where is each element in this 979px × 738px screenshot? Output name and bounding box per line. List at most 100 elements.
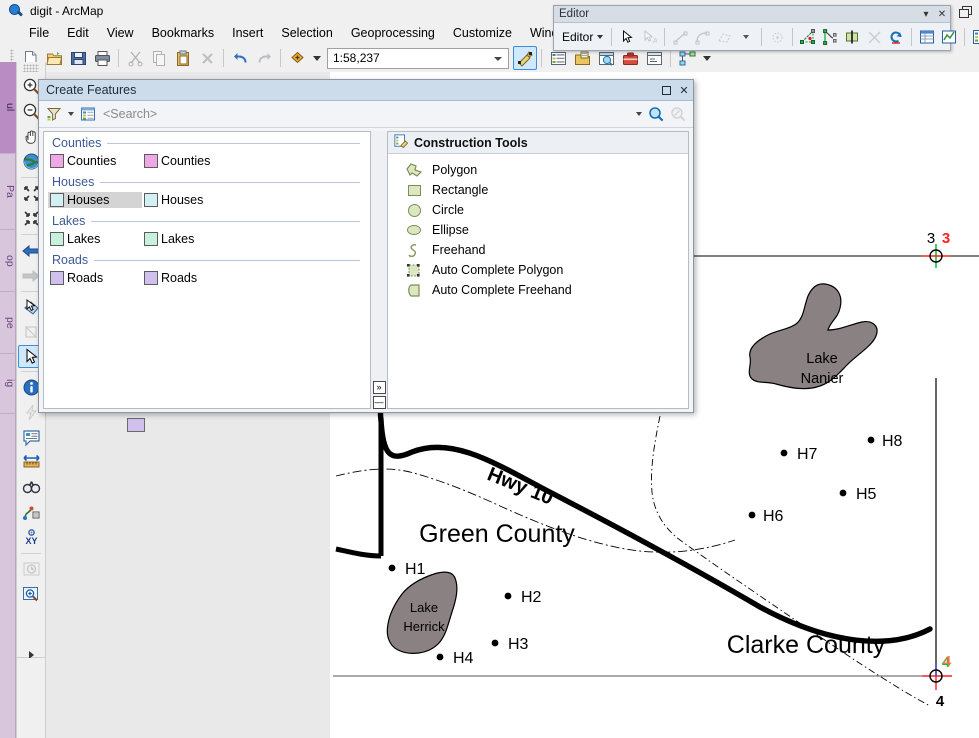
create-features-titlebar[interactable]: Create Features ✕ [39,80,693,101]
print-icon[interactable] [90,46,114,70]
paste-icon[interactable] [171,46,195,70]
house-point-h5[interactable] [840,490,847,497]
construction-tool-polygon[interactable]: Polygon [402,160,688,180]
house-point-h3[interactable] [492,640,499,647]
menu-customize[interactable]: Customize [444,23,521,43]
filter-dropdown-icon[interactable] [68,112,74,116]
construction-tool-circle[interactable]: Circle [402,200,688,220]
svg-text:A: A [653,38,657,45]
feature-template-list[interactable]: Counties Counties Counties Houses [43,131,371,409]
menu-bookmarks[interactable]: Bookmarks [143,23,224,43]
editor-toolbar-close-button[interactable]: ✕ [934,7,950,22]
feature-template-roads-2[interactable]: Roads [142,270,236,286]
menu-view[interactable]: View [98,23,143,43]
house-point-h1[interactable] [389,565,396,572]
house-label-h8: H8 [882,433,903,450]
reshape-feature-icon[interactable] [819,26,841,48]
construction-tool-freehand[interactable]: Freehand [402,240,688,260]
feature-template-counties-1[interactable]: Counties [48,153,142,169]
menu-insert[interactable]: Insert [223,23,272,43]
feature-template-houses-2[interactable]: Houses [142,192,236,208]
create-features-splitter[interactable]: » — [371,131,387,409]
attributes-icon[interactable] [916,26,938,48]
feature-template-lakes-1[interactable]: Lakes [48,231,142,247]
rotate-tool-icon[interactable] [885,26,907,48]
end-point-arc-icon[interactable] [691,26,713,48]
template-group-name: Houses [52,175,94,189]
splitter-expand-button[interactable]: » [373,381,386,394]
menu-geoprocessing[interactable]: Geoprocessing [342,23,444,43]
add-data-dropdown[interactable] [311,46,323,70]
trace-dropdown-icon[interactable] [735,26,757,48]
green-county-label: Green County [419,520,575,548]
editor-toolbar-row: Editor A [554,23,950,51]
template-row: Counties Counties [44,151,370,171]
organize-templates-icon[interactable] [77,103,99,125]
construction-tool-label: Polygon [432,163,477,177]
editor-menu-button[interactable]: Editor [558,28,607,46]
chevron-down-icon[interactable] [636,112,642,116]
house-point-h7[interactable] [781,450,788,457]
clear-search-icon[interactable] [667,103,689,125]
point-tool-icon[interactable] [766,26,788,48]
search-icon[interactable] [645,103,667,125]
feature-template-roads-1[interactable]: Roads [48,270,142,286]
find-icon[interactable] [17,475,45,500]
menu-file[interactable]: File [20,23,58,43]
house-point-h8[interactable] [868,437,875,444]
split-tool-icon[interactable] [863,26,885,48]
trace-icon[interactable] [713,26,735,48]
edit-annotation-tool-icon[interactable]: A [638,26,660,48]
filter-icon[interactable] [43,103,65,125]
create-features-window-icon[interactable] [969,26,979,48]
dock-tab-digitizing[interactable]: ig [0,354,16,414]
find-route-icon[interactable] [17,500,45,525]
construction-tool-rectangle[interactable]: Rectangle [402,180,688,200]
restore-window-button[interactable] [951,1,977,21]
delete-icon[interactable] [195,46,219,70]
editor-toolbar-options-button[interactable]: ▾ [918,7,934,22]
undo-icon[interactable] [228,46,252,70]
go-to-xy-icon[interactable]: XY [17,525,45,550]
time-slider-icon[interactable] [17,557,45,582]
cut-icon[interactable] [123,46,147,70]
menu-selection[interactable]: Selection [272,23,341,43]
edit-tool-icon[interactable] [616,26,638,48]
tools-toolbar-grip[interactable] [23,64,39,72]
create-features-close-button[interactable]: ✕ [675,81,693,99]
toolbar-separator [541,49,542,67]
create-features-maximize-button[interactable] [657,81,675,99]
house-point-h6[interactable] [749,512,756,519]
dock-tab-catalog[interactable]: Pa [0,154,16,230]
html-popup-icon[interactable] [17,425,45,450]
copy-icon[interactable] [147,46,171,70]
cut-polygons-icon[interactable] [841,26,863,48]
dock-tab-table-of-contents[interactable]: ul [0,62,16,154]
construction-tool-ellipse[interactable]: Ellipse [402,220,688,240]
edit-vertices-icon[interactable] [797,26,819,48]
splitter-collapse-button[interactable]: — [373,396,386,409]
save-icon[interactable] [66,46,90,70]
feature-template-counties-2[interactable]: Counties [142,153,236,169]
construction-tool-auto-complete-freehand[interactable]: Auto Complete Freehand [402,280,688,300]
menu-edit[interactable]: Edit [58,23,98,43]
editor-toolbar-titlebar[interactable]: Editor ▾ ✕ [554,6,950,23]
dock-tab-properties[interactable]: pe [0,292,16,354]
construction-tool-label: Ellipse [432,223,469,237]
sketch-properties-icon[interactable] [938,26,960,48]
editor-toolbar-icon[interactable] [513,46,537,70]
house-point-h2[interactable] [505,593,512,600]
redo-icon[interactable] [252,46,276,70]
construction-tool-label: Auto Complete Freehand [432,283,572,297]
measure-icon[interactable] [17,450,45,475]
map-scale-combo[interactable]: 1:58,237 [327,48,509,69]
dock-tab-search[interactable]: op [0,230,16,292]
create-viewer-window-icon[interactable] [17,582,45,607]
add-data-icon[interactable] [285,46,309,70]
straight-segment-icon[interactable] [669,26,691,48]
house-point-h4[interactable] [437,654,444,661]
feature-template-lakes-2[interactable]: Lakes [142,231,236,247]
search-input[interactable]: <Search> [99,104,633,125]
construction-tool-auto-complete-polygon[interactable]: Auto Complete Polygon [402,260,688,280]
feature-template-houses-1[interactable]: Houses [48,192,142,208]
